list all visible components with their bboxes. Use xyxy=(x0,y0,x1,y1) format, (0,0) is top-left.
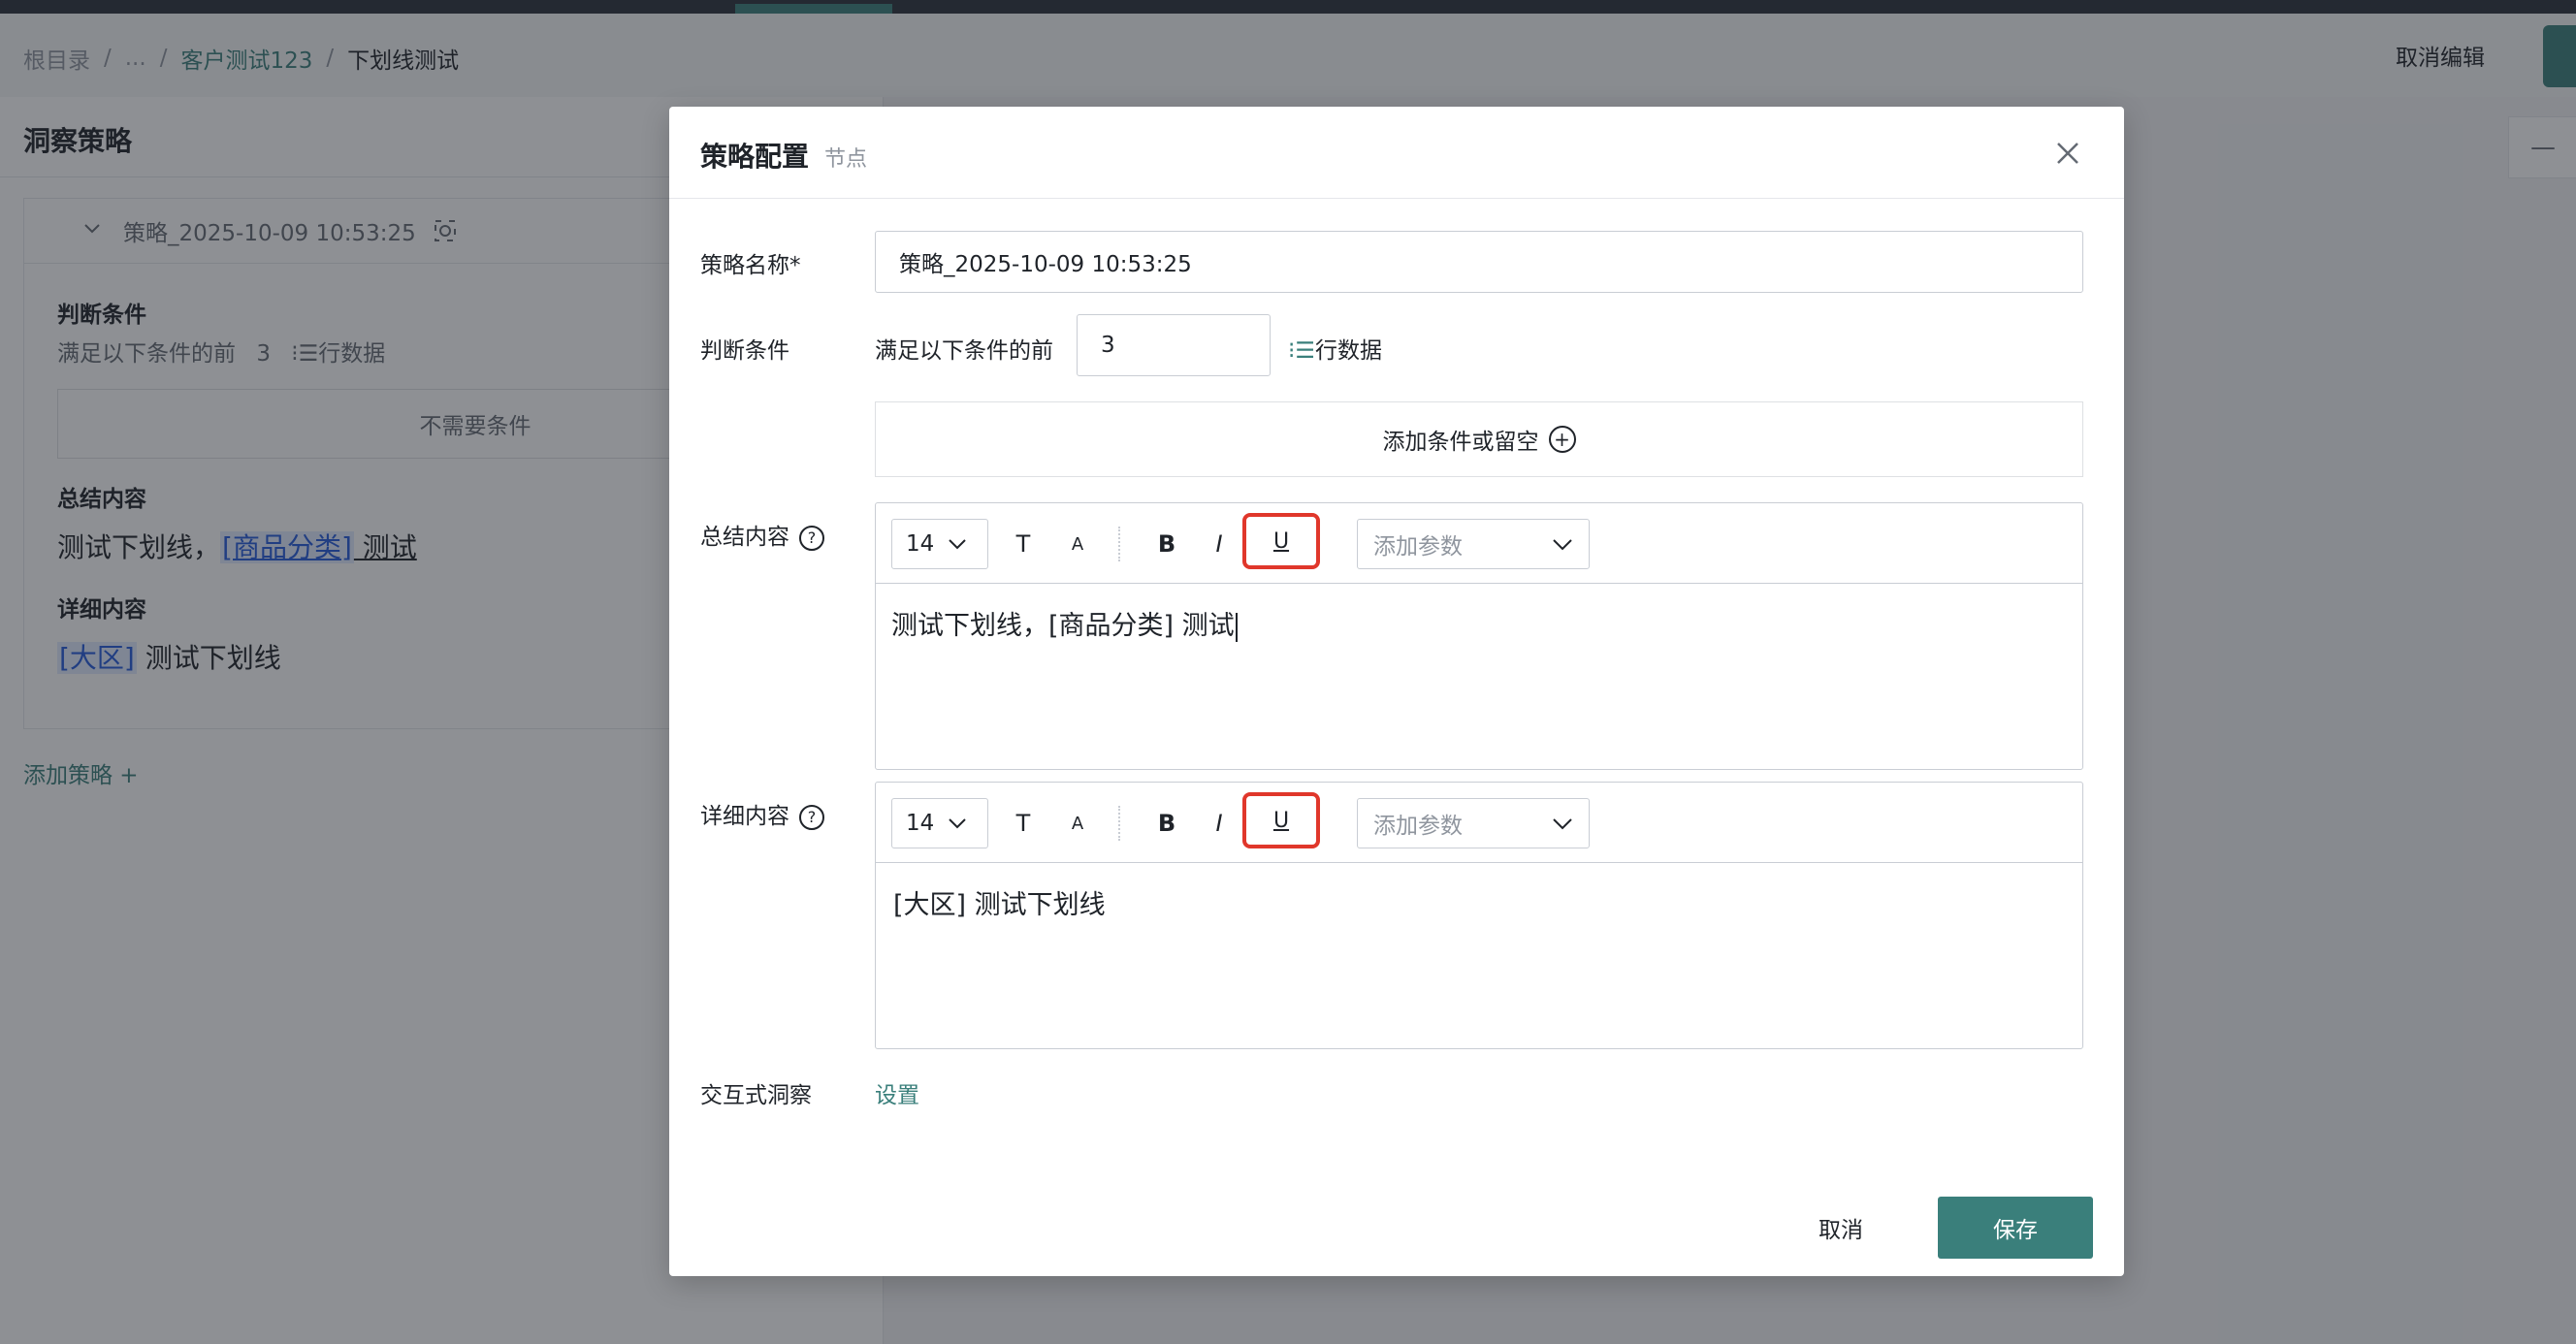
text-size-button[interactable]: T xyxy=(1002,521,1045,567)
detail-label: 详细内容? xyxy=(700,797,824,830)
interactive-settings-link[interactable]: 设置 xyxy=(875,1076,919,1109)
detail-content[interactable]: [大区] 测试下划线 xyxy=(893,883,1106,921)
help-icon[interactable]: ? xyxy=(799,525,824,551)
chevron-down-icon xyxy=(1552,812,1573,836)
add-param-select[interactable]: 添加参数 xyxy=(1357,798,1590,848)
chevron-down-icon xyxy=(948,812,967,835)
save-button[interactable]: 保存 xyxy=(1938,1197,2093,1259)
bold-button[interactable]: B xyxy=(1147,521,1186,567)
underline-button[interactable]: U xyxy=(1242,513,1320,569)
dialog-subtitle: 节点 xyxy=(824,147,868,172)
font-size-select[interactable]: 14 xyxy=(891,519,988,569)
plus-circle-icon: + xyxy=(1548,426,1576,453)
cancel-button[interactable]: 取消 xyxy=(1794,1197,1887,1259)
close-icon[interactable] xyxy=(2048,134,2087,173)
text-size-button[interactable]: T xyxy=(1002,800,1045,847)
editor-toolbar: 14 T A B I U 添加参数 xyxy=(876,503,2082,584)
rows-icon: ⁝☰ xyxy=(1288,338,1315,364)
condition-prefix: 满足以下条件的前 xyxy=(875,338,1053,364)
add-param-select[interactable]: 添加参数 xyxy=(1357,519,1590,569)
italic-button[interactable]: I xyxy=(1200,521,1239,567)
name-label: 策略名称* xyxy=(700,253,801,278)
detail-editor: 14 T A B I U 添加参数 [大区] 测试下划线 xyxy=(875,782,2083,1049)
dialog-title: 策略配置 xyxy=(700,141,810,173)
strategy-name-input[interactable]: 策略_2025-10-09 10:53:25 xyxy=(875,231,2083,293)
help-icon[interactable]: ? xyxy=(799,804,824,830)
text-cursor xyxy=(1235,612,1238,642)
bold-button[interactable]: B xyxy=(1147,800,1186,847)
interactive-insight-label: 交互式洞察 xyxy=(700,1083,812,1108)
editor-toolbar: 14 T A B I U 添加参数 xyxy=(876,783,2082,863)
summary-content[interactable]: 测试下划线，[商品分类] 测试 xyxy=(891,604,1238,642)
add-condition-button[interactable]: 添加条件或留空 + xyxy=(875,401,2083,477)
text-color-button[interactable]: A xyxy=(1060,521,1095,567)
summary-editor: 14 T A B I U 添加参数 测试下划线，[商品分类] 测试 xyxy=(875,502,2083,770)
condition-label: 判断条件 xyxy=(700,338,789,364)
row-count-input[interactable]: 3 xyxy=(1077,314,1271,376)
text-color-button[interactable]: A xyxy=(1060,800,1095,847)
chevron-down-icon xyxy=(948,532,967,556)
chevron-down-icon xyxy=(1552,532,1573,557)
strategy-config-dialog: 策略配置 节点 策略名称* 策略_2025-10-09 10:53:25 判断条… xyxy=(669,107,2124,1276)
row-data-label: ⁝☰行数据 xyxy=(1288,338,1382,364)
italic-button[interactable]: I xyxy=(1200,800,1239,847)
summary-label: 总结内容? xyxy=(700,518,824,551)
font-size-select[interactable]: 14 xyxy=(891,798,988,848)
underline-button[interactable]: U xyxy=(1242,792,1320,848)
